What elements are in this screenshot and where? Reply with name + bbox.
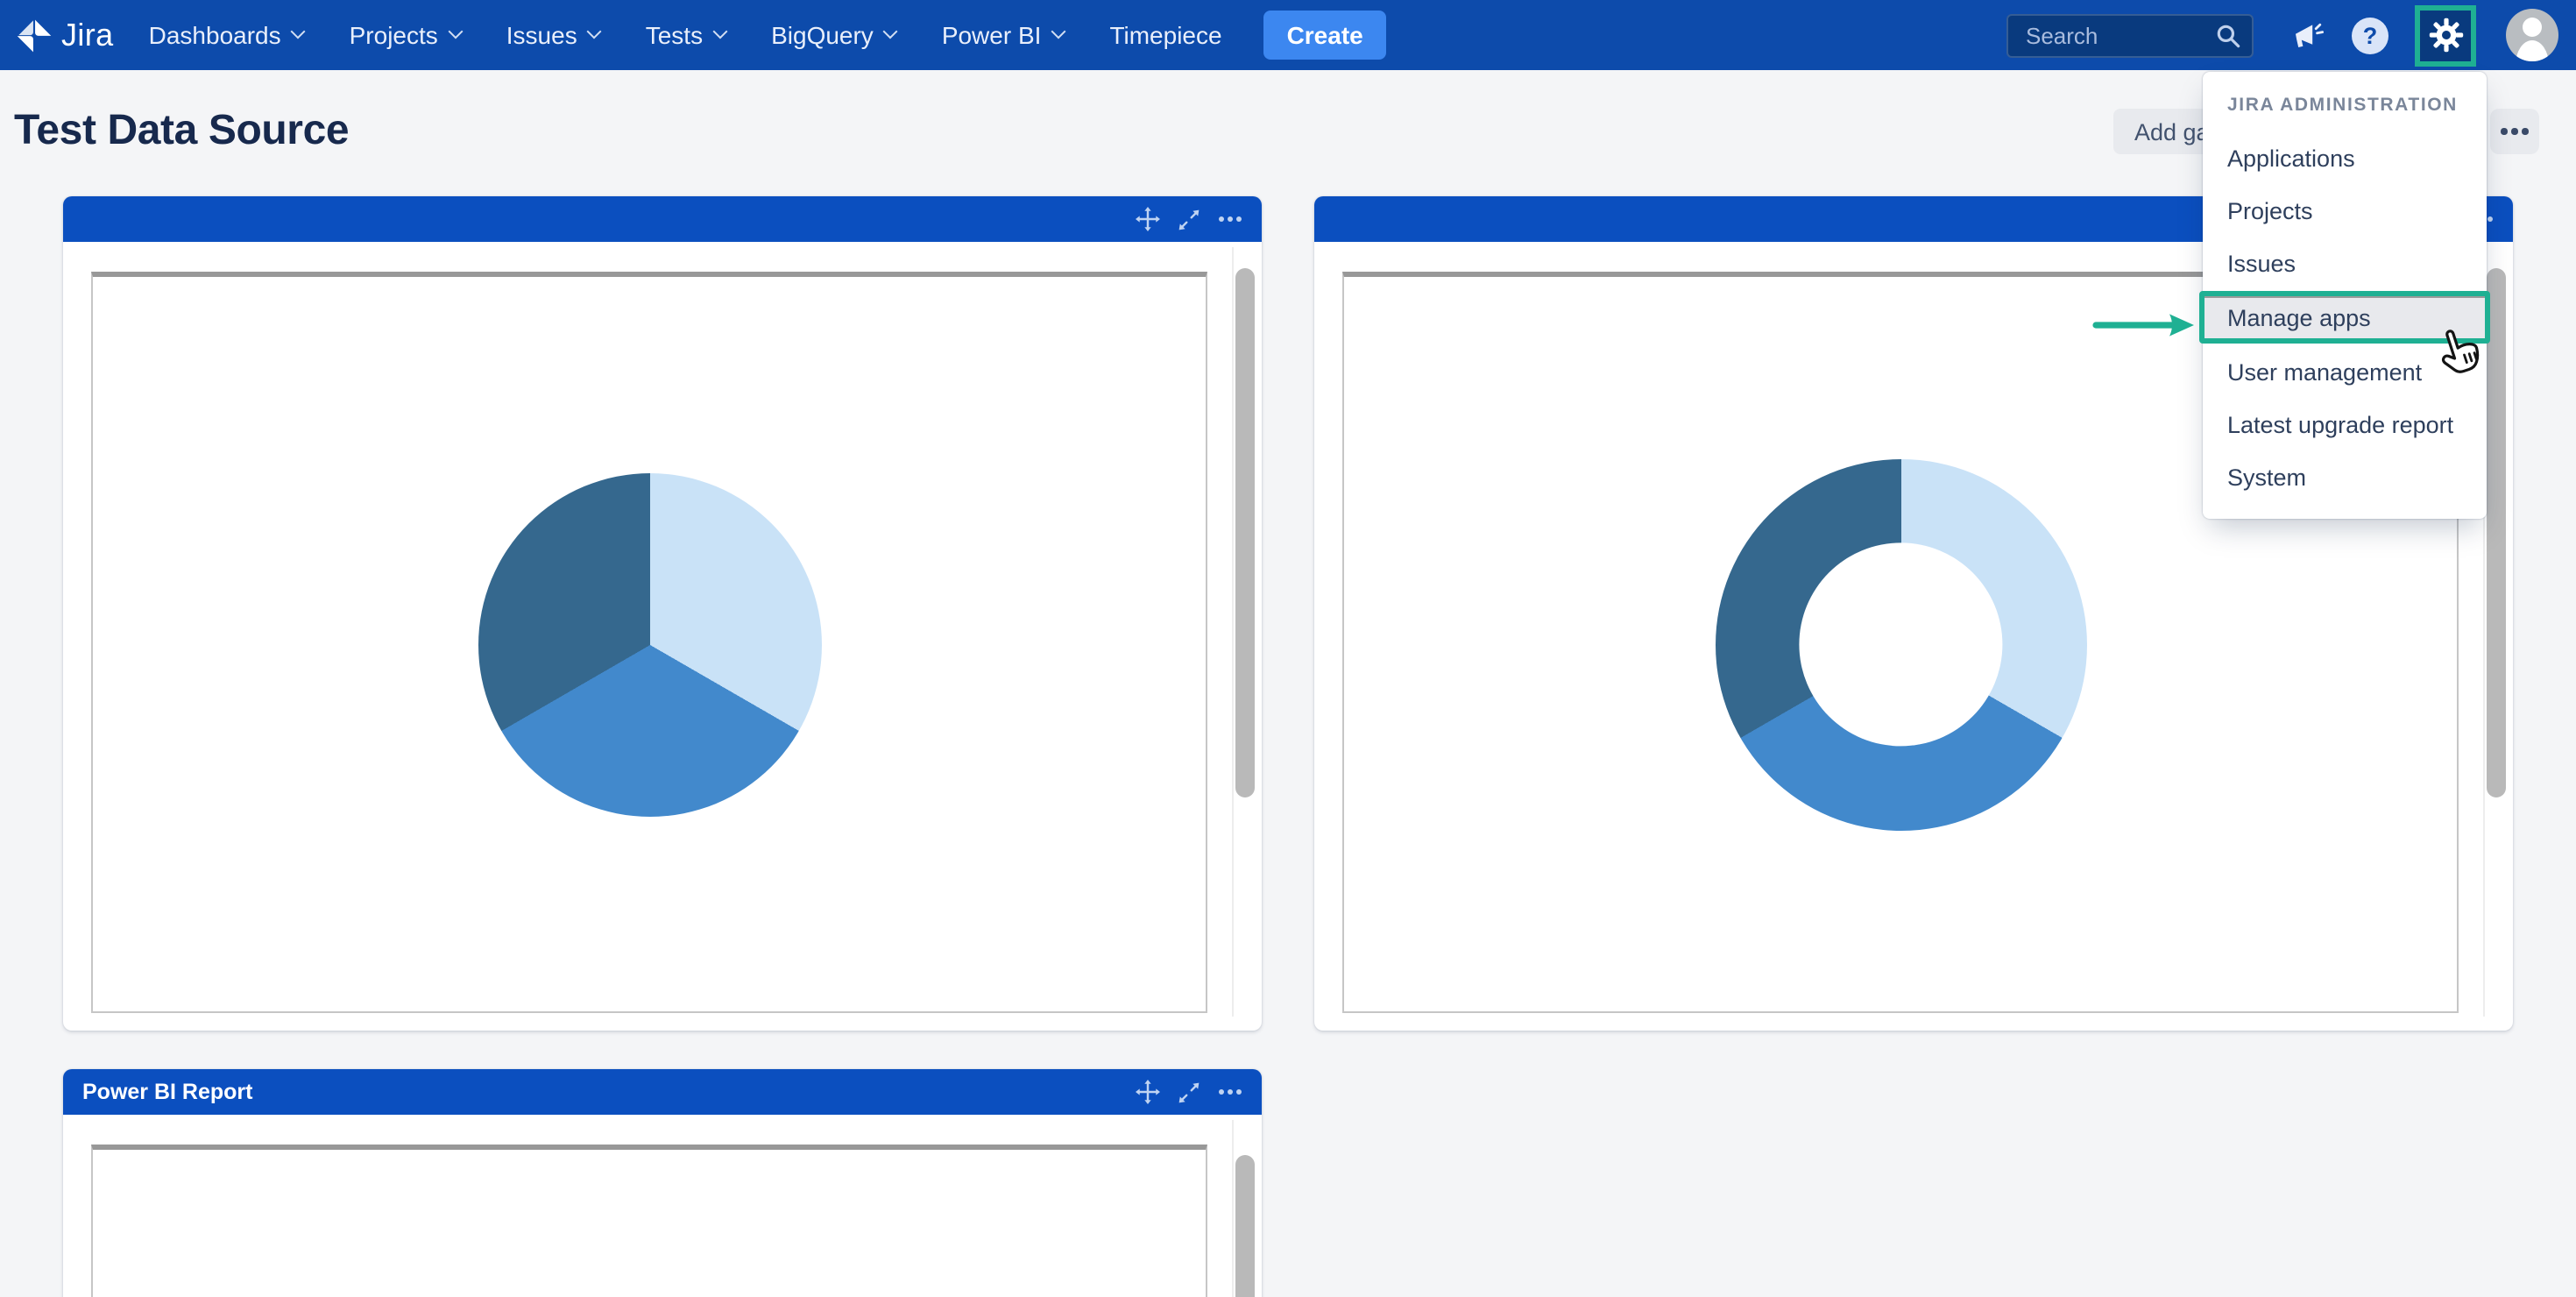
nav-item-label: Timepiece — [1109, 21, 1221, 49]
gadget-menu-icon[interactable] — [1218, 214, 1242, 224]
gadget-power-bi-report: Power BI Report — [63, 1069, 1262, 1297]
scrollbar-thumb[interactable] — [1235, 1155, 1255, 1297]
create-button[interactable]: Create — [1264, 11, 1386, 60]
avatar-head — [2523, 18, 2542, 37]
avatar-torso — [2516, 40, 2549, 61]
nav-item-timepiece[interactable]: Timepiece — [1109, 21, 1221, 49]
chevron-down-icon — [587, 25, 602, 39]
donut-chart — [1715, 458, 2086, 830]
admin-menu-item-projects[interactable]: Projects — [2203, 184, 2487, 237]
expand-gadget-icon[interactable] — [1178, 208, 1200, 230]
gadget-body — [63, 1115, 1262, 1297]
gadget-pie-chart — [63, 196, 1262, 1031]
nav-item-issues[interactable]: Issues — [506, 21, 600, 49]
move-gadget-icon[interactable] — [1136, 1080, 1160, 1104]
nav-item-label: BigQuery — [771, 21, 874, 49]
top-navbar: Jira Dashboards Projects Issues Tests BigQue… — [0, 0, 2576, 70]
expand-gadget-icon[interactable] — [1178, 1081, 1200, 1103]
jira-dashboard-page: Jira DashboardsProjectsIssuesTestsBigQue… — [0, 0, 2576, 1297]
gadget-scrollbar — [1232, 247, 1253, 1017]
admin-menu-list: ApplicationsProjectsIssuesManage appsUse… — [2203, 131, 2487, 503]
megaphone-icon[interactable] — [2292, 20, 2325, 50]
nav-item-power-bi[interactable]: Power BI — [942, 21, 1065, 49]
gadget-chart — [1715, 458, 2086, 830]
gear-highlight-box — [2415, 4, 2476, 66]
admin-menu-item-system[interactable]: System — [2203, 450, 2487, 503]
gadget-header[interactable]: Power BI Report — [63, 1069, 1262, 1115]
gadget-scrollbar — [1232, 1120, 1253, 1297]
chevron-down-icon — [448, 25, 463, 39]
help-icon[interactable]: ? — [2352, 17, 2388, 53]
gadget-title: Power BI Report — [82, 1080, 253, 1104]
gadget-chart — [478, 472, 821, 816]
jira-logo-text: Jira — [61, 17, 114, 53]
avatar[interactable] — [2506, 9, 2558, 61]
nav-item-dashboards[interactable]: Dashboards — [149, 21, 304, 49]
nav-menu: Dashboards Projects Issues Tests BigQuery Pow… — [149, 21, 1222, 49]
nav-item-label: Dashboards — [149, 21, 281, 49]
admin-menu-heading: JIRA ADMINISTRATION — [2203, 91, 2487, 131]
admin-menu-item-applications[interactable]: Applications — [2203, 131, 2487, 184]
scrollbar-thumb[interactable] — [2487, 268, 2506, 797]
gear-icon[interactable] — [2428, 18, 2463, 53]
page-more-actions-button[interactable] — [2490, 109, 2539, 154]
chevron-down-icon — [291, 25, 306, 39]
gadget-iframe — [91, 1145, 1207, 1297]
nav-item-projects[interactable]: Projects — [350, 21, 461, 49]
admin-menu-item-latest-upgrade-report[interactable]: Latest upgrade report — [2203, 398, 2487, 450]
nav-item-tests[interactable]: Tests — [646, 21, 725, 49]
chevron-down-icon — [713, 25, 728, 39]
gadget-body — [63, 242, 1262, 1031]
ellipsis-icon — [2501, 128, 2507, 134]
page-title: Test Data Source — [14, 107, 349, 156]
pie-chart — [478, 472, 821, 816]
nav-item-label: Projects — [350, 21, 438, 49]
nav-item-label: Power BI — [942, 21, 1042, 49]
admin-menu-item-issues[interactable]: Issues — [2203, 237, 2487, 289]
scrollbar-thumb[interactable] — [1235, 268, 1255, 797]
move-gadget-icon[interactable] — [1136, 207, 1160, 231]
chevron-down-icon — [883, 25, 898, 39]
jira-logo-icon — [16, 17, 53, 53]
jira-logo[interactable]: Jira — [16, 17, 114, 53]
nav-item-label: Issues — [506, 21, 577, 49]
donut-hole — [1798, 542, 2002, 746]
pointer-hand-icon — [2431, 322, 2487, 382]
annotation-arrow-icon — [2091, 310, 2199, 340]
search-box — [2006, 13, 2254, 57]
nav-item-label: Tests — [646, 21, 703, 49]
gadget-menu-icon[interactable] — [1218, 1087, 1242, 1097]
gadget-header[interactable] — [63, 196, 1262, 242]
chevron-down-icon — [1051, 25, 1066, 39]
nav-item-bigquery[interactable]: BigQuery — [771, 21, 896, 49]
search-icon[interactable] — [2215, 22, 2241, 48]
nav-icons: ? — [2292, 4, 2558, 66]
gadget-iframe — [91, 272, 1207, 1013]
jira-administration-dropdown: JIRA ADMINISTRATION ApplicationsProjects… — [2203, 72, 2487, 519]
